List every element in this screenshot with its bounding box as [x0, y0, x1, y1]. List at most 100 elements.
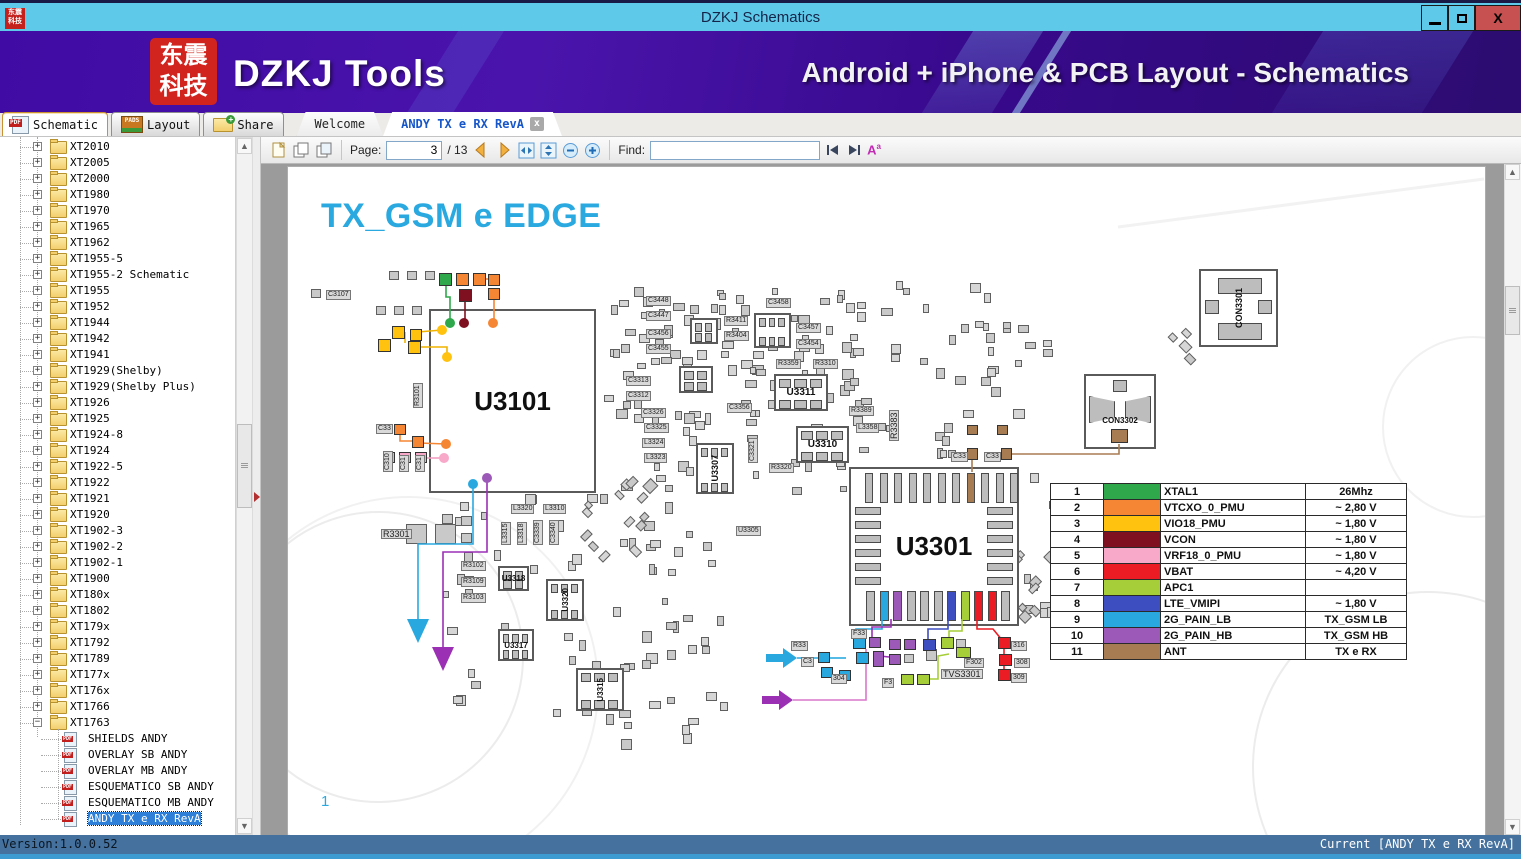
expander-icon[interactable]: + — [33, 190, 42, 199]
expander-icon[interactable]: + — [33, 638, 42, 647]
expander-icon[interactable]: + — [33, 558, 42, 567]
tree-item-XT2005[interactable]: + XT2005 — [0, 155, 235, 171]
tree-item-XT2000[interactable]: + XT2000 — [0, 171, 235, 187]
copy-page-icon[interactable] — [292, 141, 310, 159]
tab-schematic[interactable]: Schematic — [2, 112, 109, 136]
tree-item-XT1925[interactable]: + XT1925 — [0, 411, 235, 427]
maximize-button[interactable] — [1448, 5, 1475, 31]
previous-page-icon[interactable] — [472, 141, 490, 159]
tree-item-XT1922-5[interactable]: + XT1922-5 — [0, 459, 235, 475]
expander-icon[interactable]: + — [33, 206, 42, 215]
next-page-icon[interactable] — [495, 141, 513, 159]
expander-icon[interactable]: + — [33, 270, 42, 279]
tree-item-XT1944[interactable]: + XT1944 — [0, 315, 235, 331]
tree-item-XT1955-5[interactable]: + XT1955-5 — [0, 251, 235, 267]
expander-icon[interactable]: + — [33, 702, 42, 711]
expander-icon[interactable]: + — [33, 446, 42, 455]
tree-scroll-thumb[interactable] — [237, 424, 252, 508]
tree-item-XT1941[interactable]: + XT1941 — [0, 347, 235, 363]
viewer-scroll-up-icon[interactable]: ▲ — [1505, 164, 1520, 180]
expander-icon[interactable]: + — [33, 654, 42, 663]
expander-icon[interactable]: + — [33, 318, 42, 327]
expander-icon[interactable]: + — [33, 350, 42, 359]
tree-item-XT1942[interactable]: + XT1942 — [0, 331, 235, 347]
expander-icon[interactable]: + — [33, 670, 42, 679]
viewer-scrollbar[interactable]: ▲ ▼ — [1504, 164, 1521, 835]
minimize-button[interactable] — [1421, 5, 1448, 31]
tree-item-XT1955-2-Schematic[interactable]: + XT1955-2 Schematic — [0, 267, 235, 283]
fit-width-icon[interactable] — [518, 142, 535, 159]
expander-icon[interactable]: + — [33, 462, 42, 471]
viewer-scroll-down-icon[interactable]: ▼ — [1505, 819, 1520, 835]
tree-item-ESQUEMATICO-SB-ANDY[interactable]: ESQUEMATICO SB ANDY — [0, 779, 235, 795]
expander-icon[interactable]: + — [33, 622, 42, 631]
tree-item-XT176x[interactable]: + XT176x — [0, 683, 235, 699]
page-number-input[interactable] — [386, 140, 443, 160]
tree-item-XT1929(Shelby-Plus)[interactable]: + XT1929(Shelby Plus) — [0, 379, 235, 395]
expander-icon[interactable]: + — [33, 302, 42, 311]
tree-item-XT1924[interactable]: + XT1924 — [0, 443, 235, 459]
tree-item-XT1955[interactable]: + XT1955 — [0, 283, 235, 299]
find-next-icon[interactable] — [846, 143, 862, 157]
tree-item-XT1902-2[interactable]: + XT1902-2 — [0, 539, 235, 555]
expander-icon[interactable]: + — [33, 686, 42, 695]
tree-item-XT1920[interactable]: + XT1920 — [0, 507, 235, 523]
expander-icon[interactable]: + — [33, 398, 42, 407]
tree-item-XT179x[interactable]: + XT179x — [0, 619, 235, 635]
tree-item-XT1792[interactable]: + XT1792 — [0, 635, 235, 651]
tree-item-XT2010[interactable]: + XT2010 — [0, 139, 235, 155]
tree-item-OVERLAY-SB-ANDY[interactable]: OVERLAY SB ANDY — [0, 747, 235, 763]
expander-icon[interactable]: + — [33, 574, 42, 583]
expander-icon[interactable]: + — [33, 238, 42, 247]
sidebar-splitter[interactable] — [253, 137, 261, 835]
splitter-collapse-icon[interactable] — [254, 492, 260, 502]
single-page-icon[interactable] — [269, 141, 287, 159]
tree-item-XT1921[interactable]: + XT1921 — [0, 491, 235, 507]
expander-icon[interactable]: + — [33, 606, 42, 615]
doc-tab-welcome[interactable]: Welcome — [297, 112, 384, 136]
expander-icon[interactable]: + — [33, 590, 42, 599]
tree-item-XT1970[interactable]: + XT1970 — [0, 203, 235, 219]
tree-item-XT1763[interactable]: − XT1763 — [0, 715, 235, 731]
tree-item-XT1766[interactable]: + XT1766 — [0, 699, 235, 715]
close-tab-icon[interactable]: x — [530, 117, 544, 131]
copy-page-alt-icon[interactable] — [315, 141, 333, 159]
tree-item-OVERLAY-MB-ANDY[interactable]: OVERLAY MB ANDY — [0, 763, 235, 779]
expander-icon[interactable]: + — [33, 142, 42, 151]
doc-tab-andy-tx-e-rx-reva[interactable]: ANDY TX e RX RevA x — [383, 112, 562, 136]
tree-item-XT177x[interactable]: + XT177x — [0, 667, 235, 683]
expander-icon[interactable]: − — [33, 718, 42, 727]
find-input[interactable] — [650, 140, 821, 160]
expander-icon[interactable]: + — [33, 478, 42, 487]
fit-page-icon[interactable] — [540, 142, 557, 159]
tree-item-XT180x[interactable]: + XT180x — [0, 587, 235, 603]
expander-icon[interactable]: + — [33, 382, 42, 391]
expander-icon[interactable]: + — [33, 526, 42, 535]
tree-item-XT1902-1[interactable]: + XT1902-1 — [0, 555, 235, 571]
expander-icon[interactable]: + — [33, 414, 42, 423]
tree-scroll-up-icon[interactable]: ▲ — [237, 138, 252, 154]
tree-item-XT1900[interactable]: + XT1900 — [0, 571, 235, 587]
zoom-in-icon[interactable] — [584, 142, 601, 159]
tree-item-ESQUEMATICO-MB-ANDY[interactable]: ESQUEMATICO MB ANDY — [0, 795, 235, 811]
tree-item-XT1902-3[interactable]: + XT1902-3 — [0, 523, 235, 539]
tree-item-XT1962[interactable]: + XT1962 — [0, 235, 235, 251]
expander-icon[interactable]: + — [33, 430, 42, 439]
tree-item-XT1789[interactable]: + XT1789 — [0, 651, 235, 667]
tab-share[interactable]: Share — [203, 112, 284, 136]
tree-item-SHIELDS-ANDY[interactable]: SHIELDS ANDY — [0, 731, 235, 747]
tree-item-XT1965[interactable]: + XT1965 — [0, 219, 235, 235]
close-button[interactable]: X — [1475, 5, 1521, 31]
expander-icon[interactable]: + — [33, 542, 42, 551]
expander-icon[interactable]: + — [33, 286, 42, 295]
tree-item-XT1980[interactable]: + XT1980 — [0, 187, 235, 203]
tree-item-XT1929(Shelby)[interactable]: + XT1929(Shelby) — [0, 363, 235, 379]
expander-icon[interactable]: + — [33, 158, 42, 167]
expander-icon[interactable]: + — [33, 334, 42, 343]
zoom-out-icon[interactable] — [562, 142, 579, 159]
tree-item-XT1926[interactable]: + XT1926 — [0, 395, 235, 411]
expander-icon[interactable]: + — [33, 510, 42, 519]
expander-icon[interactable]: + — [33, 222, 42, 231]
tree-scroll-down-icon[interactable]: ▼ — [237, 818, 252, 834]
viewer-scroll-thumb[interactable] — [1505, 286, 1520, 335]
